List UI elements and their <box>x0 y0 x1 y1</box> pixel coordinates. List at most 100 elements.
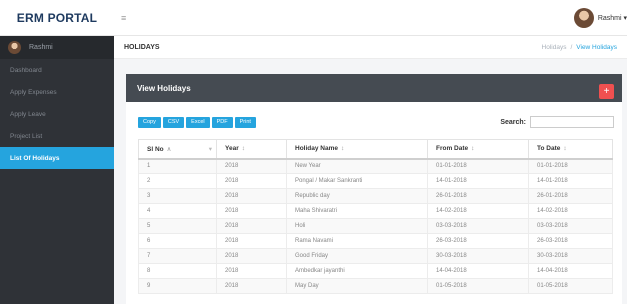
holidays-table: Sl No ∧ ▾ Year ↕ Holiday Name ↕ From Date ↕ T… <box>138 139 613 294</box>
cell-from-date: 30-03-2018 <box>427 248 529 264</box>
column-header-year[interactable]: Year ↕ <box>216 139 287 160</box>
cell-to-date: 26-03-2018 <box>528 233 613 249</box>
cell-sl-no: 7 <box>138 248 217 264</box>
cell-sl-no: 1 <box>138 158 217 174</box>
column-header-to-date[interactable]: To Date ↕ <box>528 139 613 160</box>
panel-header: View Holidays <box>126 74 622 102</box>
cell-from-date: 26-01-2018 <box>427 188 529 204</box>
table-row: 1 2018 New Year 01-01-2018 01-01-2018 <box>138 158 613 174</box>
cell-to-date: 01-05-2018 <box>528 278 613 294</box>
table-row: 6 2018 Rama Navami 26-03-2018 26-03-2018 <box>138 233 613 249</box>
add-holiday-button[interactable]: + <box>599 84 614 99</box>
column-header-sl-no[interactable]: Sl No ∧ ▾ <box>138 139 217 160</box>
search-label: Search: <box>500 118 526 126</box>
cell-holiday-name: Republic day <box>286 188 428 204</box>
sort-asc-icon: ∧ <box>166 145 172 153</box>
excel-button[interactable]: Excel <box>186 117 210 128</box>
column-header-label: Sl No <box>147 145 164 153</box>
cell-to-date: 14-02-2018 <box>528 203 613 219</box>
cell-holiday-name: Holi <box>286 218 428 234</box>
cell-year: 2018 <box>216 173 287 189</box>
column-header-label: Holiday Name <box>295 145 338 153</box>
menu-toggle-icon[interactable]: ≡ <box>121 13 126 23</box>
breadcrumb-holidays[interactable]: Holidays <box>542 44 567 51</box>
table-row: 5 2018 Holi 03-03-2018 03-03-2018 <box>138 218 613 234</box>
cell-from-date: 14-02-2018 <box>427 203 529 219</box>
pdf-button[interactable]: PDF <box>211 117 233 128</box>
cell-holiday-name: Rama Navami <box>286 233 428 249</box>
cell-year: 2018 <box>216 188 287 204</box>
cell-sl-no: 3 <box>138 188 217 204</box>
column-header-label: To Date <box>537 145 561 153</box>
cell-holiday-name: New Year <box>286 158 428 174</box>
search-box: Search: <box>500 116 614 128</box>
cell-holiday-name: Pongal / Makar Sankranti <box>286 173 428 189</box>
print-button[interactable]: Print <box>234 117 256 128</box>
cell-to-date: 14-04-2018 <box>528 263 613 279</box>
sidebar-profile-name: Rashmi <box>29 44 53 51</box>
cell-to-date: 14-01-2018 <box>528 173 613 189</box>
sidebar-item-list-of-holidays[interactable]: List Of Holidays <box>0 147 114 169</box>
sort-icon: ↕ <box>471 145 475 153</box>
user-menu[interactable]: Rashmi ▾ <box>573 8 627 28</box>
csv-button[interactable]: CSV <box>162 117 185 128</box>
page-title: HOLIDAYS <box>124 43 160 51</box>
column-header-from-date[interactable]: From Date ↕ <box>427 139 529 160</box>
copy-button[interactable]: Copy <box>138 117 161 128</box>
cell-from-date: 01-01-2018 <box>427 158 529 174</box>
cell-holiday-name: Ambedkar jayanthi <box>286 263 428 279</box>
cell-from-date: 26-03-2018 <box>427 233 529 249</box>
cell-sl-no: 2 <box>138 173 217 189</box>
cell-year: 2018 <box>216 158 287 174</box>
column-header-holiday-name[interactable]: Holiday Name ↕ <box>286 139 428 160</box>
sort-icon: ↕ <box>341 145 345 153</box>
cell-holiday-name: Maha Shivaratri <box>286 203 428 219</box>
sidebar-item-apply-expenses[interactable]: Apply Expenses <box>0 81 114 103</box>
sidebar-item-apply-leave[interactable]: Apply Leave <box>0 103 114 125</box>
export-toolbar: Copy CSV Excel PDF Print <box>138 117 256 128</box>
column-header-label: From Date <box>436 145 469 153</box>
cell-year: 2018 <box>216 203 287 219</box>
user-name[interactable]: Rashmi ▾ <box>598 14 627 22</box>
sort-icon: ↕ <box>563 145 567 153</box>
cell-year: 2018 <box>216 248 287 264</box>
breadcrumb-view-holidays: View Holidays <box>576 43 617 51</box>
cell-year: 2018 <box>216 233 287 249</box>
cell-holiday-name: May Day <box>286 278 428 294</box>
brand-logo[interactable]: ERM PORTAL <box>0 0 114 36</box>
sidebar-avatar <box>8 41 21 54</box>
cell-holiday-name: Good Friday <box>286 248 428 264</box>
main-content: HOLIDAYS Holidays / View Holidays View Hol… <box>114 36 627 304</box>
cell-from-date: 01-05-2018 <box>427 278 529 294</box>
search-input[interactable] <box>530 116 614 128</box>
table-row: 3 2018 Republic day 26-01-2018 26-01-2018 <box>138 188 613 204</box>
sidebar-profile: Rashmi <box>0 36 114 59</box>
breadcrumb: Holidays / View Holidays <box>542 44 617 51</box>
sidebar-item-dashboard[interactable]: Dashboard <box>0 59 114 81</box>
top-bar: ERM PORTAL ≡ Rashmi ▾ <box>0 0 627 36</box>
cell-to-date: 01-01-2018 <box>528 158 613 174</box>
cell-to-date: 26-01-2018 <box>528 188 613 204</box>
page-header: HOLIDAYS Holidays / View Holidays <box>114 36 627 59</box>
panel-title: View Holidays <box>137 83 191 93</box>
cell-to-date: 30-03-2018 <box>528 248 613 264</box>
table-row: 9 2018 May Day 01-05-2018 01-05-2018 <box>138 278 613 294</box>
table-row: 4 2018 Maha Shivaratri 14-02-2018 14-02-2018 <box>138 203 613 219</box>
cell-from-date: 03-03-2018 <box>427 218 529 234</box>
cell-to-date: 03-03-2018 <box>528 218 613 234</box>
table-row: 7 2018 Good Friday 30-03-2018 30-03-2018 <box>138 248 613 264</box>
cell-sl-no: 8 <box>138 263 217 279</box>
sidebar-item-project-list[interactable]: Project List <box>0 125 114 147</box>
cell-year: 2018 <box>216 218 287 234</box>
holidays-panel: View Holidays + Copy CSV Excel PDF Print… <box>126 74 622 304</box>
cell-year: 2018 <box>216 278 287 294</box>
sort-icon: ↕ <box>241 145 245 153</box>
table-header-row: Sl No ∧ ▾ Year ↕ Holiday Name ↕ From Date ↕ T… <box>138 139 613 160</box>
table-row: 2 2018 Pongal / Makar Sankranti 14-01-2018 1… <box>138 173 613 189</box>
cell-year: 2018 <box>216 263 287 279</box>
avatar[interactable] <box>573 8 594 28</box>
cell-sl-no: 4 <box>138 203 217 219</box>
cell-sl-no: 6 <box>138 233 217 249</box>
cell-from-date: 14-04-2018 <box>427 263 529 279</box>
column-header-label: Year <box>225 145 239 153</box>
